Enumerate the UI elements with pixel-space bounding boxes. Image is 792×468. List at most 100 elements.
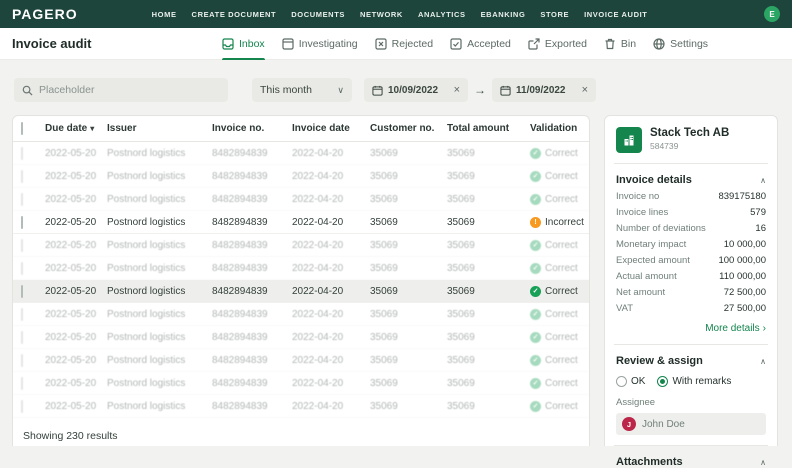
nav-item-create-document[interactable]: CREATE DOCUMENT xyxy=(192,10,277,19)
validation-status-icon: ✓ xyxy=(530,309,541,320)
nav-item-network[interactable]: NETWORK xyxy=(360,10,403,19)
collapse-icon[interactable]: ∧ xyxy=(760,176,766,185)
company-header: Stack Tech AB 584739 xyxy=(616,127,766,153)
company-building-icon xyxy=(616,127,642,153)
search-input[interactable]: Placeholder xyxy=(14,78,228,102)
select-all-checkbox[interactable] xyxy=(21,122,23,135)
nav-item-documents[interactable]: DOCUMENTS xyxy=(291,10,345,19)
collapse-icon[interactable]: ∧ xyxy=(760,458,766,467)
search-placeholder: Placeholder xyxy=(39,84,94,96)
column-invoice-date[interactable]: Invoice date xyxy=(292,123,370,134)
assignee-chip[interactable]: J John Doe xyxy=(616,413,766,435)
filter-bar: Placeholder This month ∨ 10/09/2022 × → … xyxy=(14,78,602,102)
table-row[interactable]: 2022-05-20 Postnord logistics 8482894839… xyxy=(13,234,589,257)
table-row[interactable]: 2022-05-20 Postnord logistics 8482894839… xyxy=(13,280,589,303)
row-checkbox[interactable] xyxy=(21,216,23,229)
tab-bin[interactable]: Bin xyxy=(604,28,636,60)
detail-row: Invoice lines579 xyxy=(616,207,766,218)
table-row[interactable]: 2022-05-20 Postnord logistics 8482894839… xyxy=(13,142,589,165)
column-issuer[interactable]: Issuer xyxy=(107,123,212,134)
detail-row: Number of deviations16 xyxy=(616,223,766,234)
validation-status-icon: ✓ xyxy=(530,194,541,205)
table-row[interactable]: 2022-05-20 Postnord logistics 8482894839… xyxy=(13,211,589,234)
column-invoice-no[interactable]: Invoice no. xyxy=(212,123,292,134)
validation-badge: ✓ Correct xyxy=(530,263,589,274)
nav-item-store[interactable]: STORE xyxy=(540,10,569,19)
top-navbar: PAGERO HOME CREATE DOCUMENT DOCUMENTS NE… xyxy=(0,0,792,28)
clear-date-to-icon[interactable]: × xyxy=(582,84,588,96)
table-row[interactable]: 2022-05-20 Postnord logistics 8482894839… xyxy=(13,395,589,418)
more-details-link[interactable]: More details › xyxy=(616,323,766,334)
row-checkbox[interactable] xyxy=(21,262,23,275)
assignee-name: John Doe xyxy=(642,419,685,430)
table-row[interactable]: 2022-05-20 Postnord logistics 8482894839… xyxy=(13,188,589,211)
date-to-input[interactable]: 11/09/2022 × xyxy=(492,78,596,102)
tab-bar: Inbox Investigating Rejected Accepted Ex… xyxy=(222,28,708,60)
nav-item-invoice-audit[interactable]: INVOICE AUDIT xyxy=(584,10,647,19)
settings-globe-icon xyxy=(653,38,665,50)
detail-row: Expected amount100 000,00 xyxy=(616,255,766,266)
row-checkbox[interactable] xyxy=(21,377,23,390)
radio-with-remarks[interactable]: With remarks xyxy=(657,376,731,387)
table-row[interactable]: 2022-05-20 Postnord logistics 8482894839… xyxy=(13,349,589,372)
column-customer-no[interactable]: Customer no. xyxy=(370,123,447,134)
row-checkbox[interactable] xyxy=(21,170,23,183)
company-name: Stack Tech AB xyxy=(650,127,729,139)
table-row[interactable]: 2022-05-20 Postnord logistics 8482894839… xyxy=(13,165,589,188)
user-avatar[interactable]: E xyxy=(764,6,780,22)
collapse-icon[interactable]: ∧ xyxy=(760,357,766,366)
validation-status-icon: ! xyxy=(530,217,541,228)
row-checkbox[interactable] xyxy=(21,147,23,160)
detail-row: VAT27 500,00 xyxy=(616,303,766,314)
table-row[interactable]: 2022-05-20 Postnord logistics 8482894839… xyxy=(13,257,589,280)
validation-badge: ✓ Correct xyxy=(530,240,589,251)
table-body: 2022-05-20 Postnord logistics 8482894839… xyxy=(13,142,589,418)
assignee-label: Assignee xyxy=(616,397,766,408)
nav-item-ebanking[interactable]: EBANKING xyxy=(481,10,526,19)
nav-item-analytics[interactable]: ANALYTICS xyxy=(418,10,466,19)
validation-status-icon: ✓ xyxy=(530,286,541,297)
tab-settings[interactable]: Settings xyxy=(653,28,708,60)
sort-desc-icon: ▾ xyxy=(90,124,94,133)
row-checkbox[interactable] xyxy=(21,193,23,206)
tab-exported[interactable]: Exported xyxy=(528,28,587,60)
column-validation[interactable]: Validation xyxy=(530,123,589,134)
clear-date-from-icon[interactable]: × xyxy=(454,84,460,96)
table-header-row: Due date▾ Issuer Invoice no. Invoice dat… xyxy=(13,116,589,142)
tab-accepted[interactable]: Accepted xyxy=(450,28,511,60)
search-icon xyxy=(22,85,33,96)
validation-badge: ✓ Correct xyxy=(530,355,589,366)
tab-rejected[interactable]: Rejected xyxy=(375,28,433,60)
date-range-select[interactable]: This month ∨ xyxy=(252,78,352,102)
assignee-avatar: J xyxy=(622,417,636,431)
row-checkbox[interactable] xyxy=(21,285,23,298)
validation-status-icon: ✓ xyxy=(530,378,541,389)
invoice-details-section-header: Invoice details ∧ xyxy=(616,174,766,186)
pagero-logo: PAGERO xyxy=(12,6,78,22)
tab-investigating[interactable]: Investigating xyxy=(282,28,358,60)
validation-status-icon: ✓ xyxy=(530,401,541,412)
column-total-amount[interactable]: Total amount xyxy=(447,123,530,134)
validation-badge: ✓ Correct xyxy=(530,194,589,205)
nav-item-home[interactable]: HOME xyxy=(152,10,177,19)
validation-badge: ✓ Correct xyxy=(530,148,589,159)
column-due-date[interactable]: Due date▾ xyxy=(45,123,107,134)
radio-icon xyxy=(657,376,668,387)
validation-badge: ✓ Correct xyxy=(530,332,589,343)
row-checkbox[interactable] xyxy=(21,354,23,367)
table-row[interactable]: 2022-05-20 Postnord logistics 8482894839… xyxy=(13,372,589,395)
date-from-input[interactable]: 10/09/2022 × xyxy=(364,78,468,102)
table-row[interactable]: 2022-05-20 Postnord logistics 8482894839… xyxy=(13,326,589,349)
date-range-arrow-icon: → xyxy=(474,83,486,97)
validation-badge: ✓ Correct xyxy=(530,378,589,389)
table-row[interactable]: 2022-05-20 Postnord logistics 8482894839… xyxy=(13,303,589,326)
tab-inbox[interactable]: Inbox xyxy=(222,28,265,60)
row-checkbox[interactable] xyxy=(21,308,23,321)
row-checkbox[interactable] xyxy=(21,331,23,344)
radio-ok[interactable]: OK xyxy=(616,376,645,387)
validation-status-icon: ✓ xyxy=(530,148,541,159)
calendar-icon xyxy=(500,85,511,96)
validation-badge: ✓ Correct xyxy=(530,171,589,182)
row-checkbox[interactable] xyxy=(21,239,23,252)
row-checkbox[interactable] xyxy=(21,400,23,413)
